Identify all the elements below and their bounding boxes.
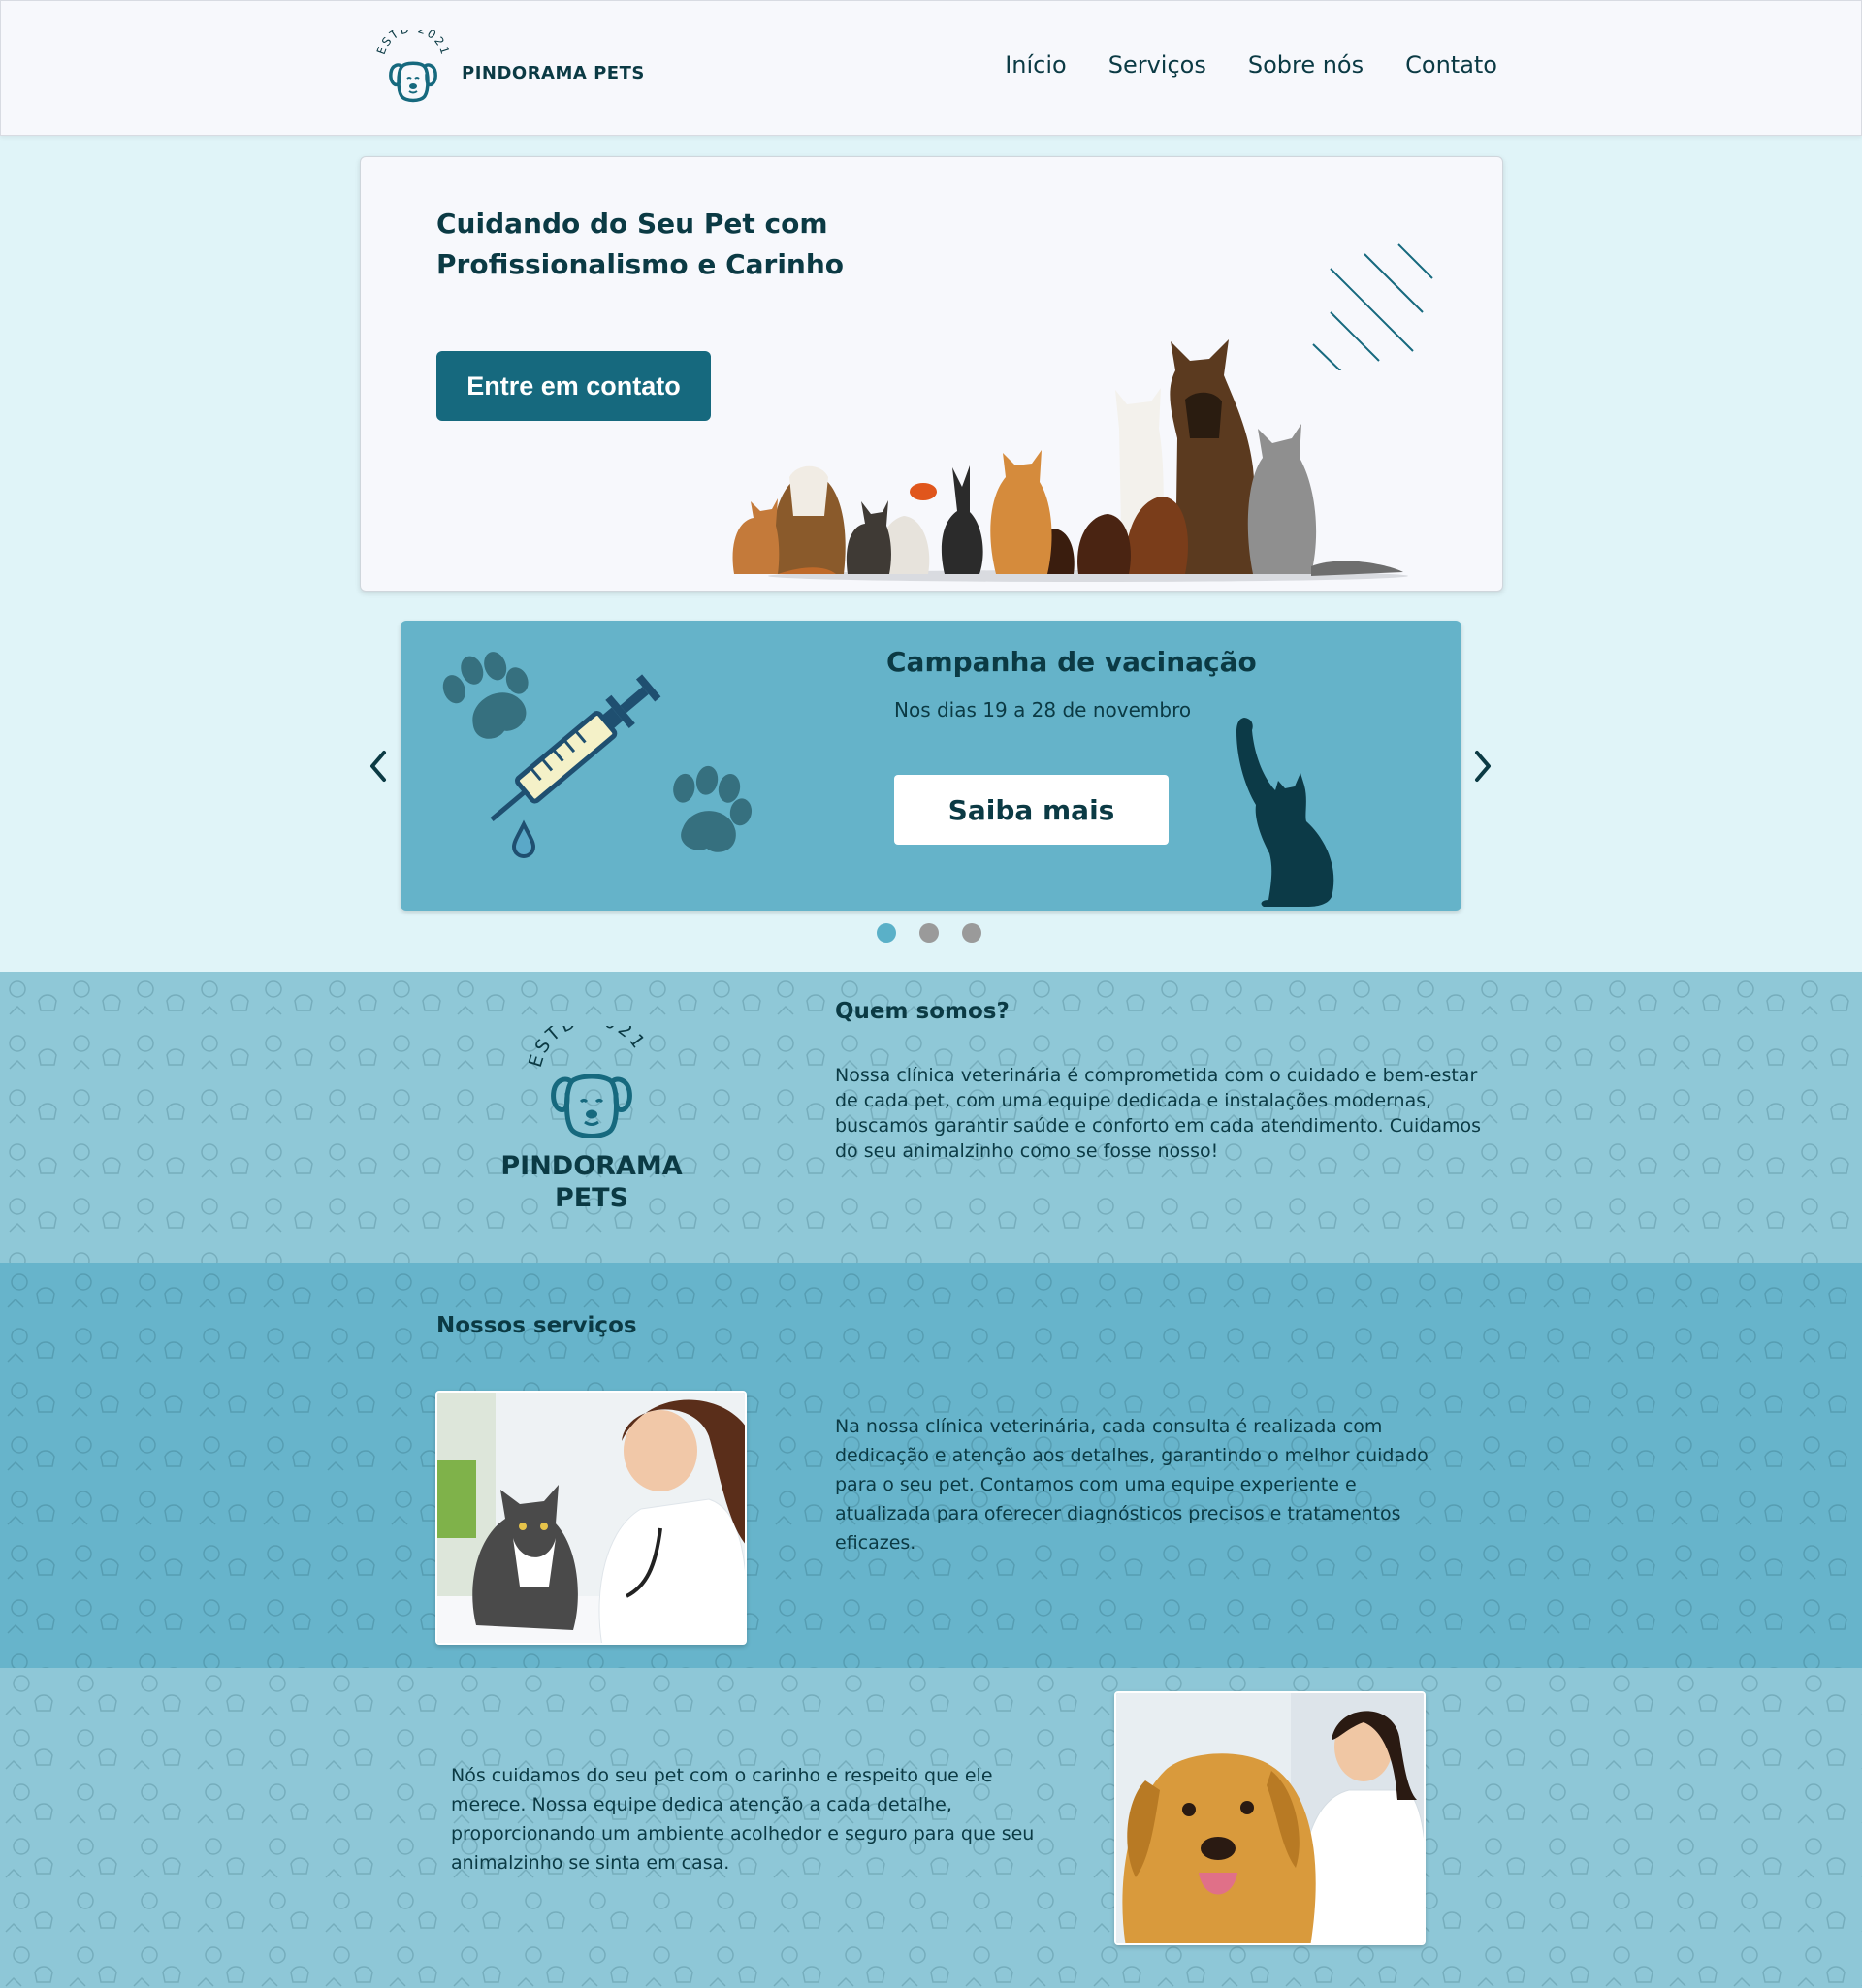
svg-text:ESTD 2021: ESTD 2021 — [529, 1026, 651, 1070]
hero-card: Cuidando do Seu Pet com Profissionalismo… — [360, 156, 1503, 592]
vaccination-carousel: Campanha de vacinação Nos dias 19 a 28 d… — [401, 621, 1461, 911]
consult-service-text: Na nossa clínica veterinária, cada consu… — [835, 1416, 1429, 1554]
campaign-dates: Nos dias 19 a 28 de novembro — [894, 698, 1192, 721]
dog-logo-icon: ESTD 2021 — [374, 30, 452, 103]
svg-text:ESTD 2021: ESTD 2021 — [374, 30, 452, 58]
learn-more-button[interactable]: Saiba mais — [894, 775, 1169, 845]
carousel-dot-2[interactable] — [919, 923, 939, 943]
hero-title: Cuidando do Seu Pet com Profissionalismo… — [436, 208, 845, 280]
services-section: Nossos serviços Na nossa clínica veterin… — [0, 1263, 1862, 1668]
nav-servicos[interactable]: Serviços — [1108, 51, 1206, 79]
carousel-dot-3[interactable] — [962, 923, 981, 943]
dog-logo-icon: ESTD 2021 — [525, 1009, 651, 1138]
carousel-next-arrow-icon[interactable] — [1467, 747, 1496, 786]
vaccine-illustration-icon — [442, 652, 753, 859]
about-section: ESTD 2021 PINDORAMA PETS Quem somos? Nos… — [0, 972, 1862, 1263]
brand-name: PINDORAMA PETS — [462, 62, 645, 83]
about-brand-name: PINDORAMA PETS — [500, 1151, 683, 1213]
carousel-prev-arrow-icon[interactable] — [365, 747, 394, 786]
cat-silhouette-icon — [1236, 718, 1334, 907]
contact-button[interactable]: Entre em contato — [436, 351, 711, 421]
nav-sobre-nos[interactable]: Sobre nós — [1248, 51, 1364, 79]
nav-contato[interactable]: Contato — [1405, 51, 1497, 79]
care-service-text: Nós cuidamos do seu pet com o carinho e … — [451, 1765, 1035, 1874]
care-section: Nós cuidamos do seu pet com o carinho e … — [0, 1668, 1862, 1988]
nav-inicio[interactable]: Início — [1005, 51, 1067, 79]
services-title: Nossos serviços — [436, 1313, 637, 1338]
vet-with-cat-image — [435, 1391, 747, 1645]
site-header: ESTD 2021 PINDORAMA PETS Início Serviços… — [0, 0, 1862, 136]
vet-with-dog-image — [1114, 1691, 1426, 1945]
about-title: Quem somos? — [835, 999, 1010, 1024]
about-logo: ESTD 2021 PINDORAMA PETS — [499, 1009, 684, 1214]
pets-group-image — [732, 339, 1408, 582]
campaign-title: Campanha de vacinação — [886, 646, 1257, 678]
main-nav: Início Serviços Sobre nós Contato — [1005, 51, 1497, 79]
carousel-dots — [877, 923, 981, 943]
about-text: Nossa clínica veterinária é comprometida… — [835, 1065, 1482, 1162]
logo[interactable]: ESTD 2021 PINDORAMA PETS — [374, 30, 645, 108]
carousel-dot-1[interactable] — [877, 923, 896, 943]
